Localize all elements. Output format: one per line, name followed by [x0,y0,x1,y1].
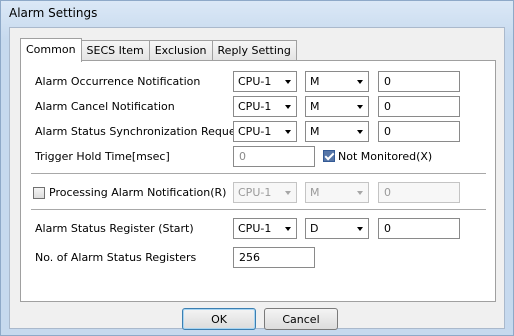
sync-cpu-select[interactable]: CPU-1 [233,121,297,142]
status-register-device-value: D [310,222,319,235]
cancel-device-value: M [310,100,320,113]
chevron-down-icon [357,130,363,134]
status-register-label: Alarm Status Register (Start) [35,222,194,235]
common-tab-panel: Alarm Occurrence Notification CPU-1 M 0 … [20,60,496,302]
chevron-down-icon [285,105,291,109]
cancel-cpu-value: CPU-1 [238,100,272,113]
processing-device-select[interactable]: M [305,182,369,203]
processing-address-input[interactable]: 0 [378,182,460,203]
cancel-notification-label: Alarm Cancel Notification [35,100,175,113]
chevron-down-icon [285,227,291,231]
tab-common[interactable]: Common [20,38,82,62]
window-title: Alarm Settings [9,6,98,20]
occurrence-cpu-select[interactable]: CPU-1 [233,71,297,92]
sync-cpu-value: CPU-1 [238,125,272,138]
sync-device-value: M [310,125,320,138]
chevron-down-icon [357,80,363,84]
occurrence-cpu-value: CPU-1 [238,75,272,88]
tab-bar: Common SECS Item Exclusion Reply Setting [20,38,297,62]
chevron-down-icon [357,105,363,109]
cancel-device-select[interactable]: M [305,96,369,117]
occurrence-notification-label: Alarm Occurrence Notification [35,75,201,88]
sync-request-label: Alarm Status Synchronization Request [35,125,246,138]
processing-notification-checkbox[interactable] [33,187,45,199]
cancel-button[interactable]: Cancel [264,308,338,330]
status-register-cpu-select[interactable]: CPU-1 [233,218,297,239]
not-monitored-label: Not Monitored(X) [338,150,433,163]
occurrence-device-value: M [310,75,320,88]
status-register-address-input[interactable]: 0 [378,218,460,239]
cancel-address-input[interactable]: 0 [378,96,460,117]
processing-cpu-value: CPU-1 [238,186,272,199]
not-monitored-checkbox[interactable] [323,150,335,162]
status-register-cpu-value: CPU-1 [238,222,272,235]
chevron-down-icon [285,191,291,195]
cancel-cpu-select[interactable]: CPU-1 [233,96,297,117]
chevron-down-icon [285,130,291,134]
sync-address-input[interactable]: 0 [378,121,460,142]
alarm-settings-window: Alarm Settings Common SECS Item Exclusio… [0,0,514,336]
num-registers-input[interactable]: 256 [233,247,315,268]
num-registers-label: No. of Alarm Status Registers [35,251,197,264]
occurrence-device-select[interactable]: M [305,71,369,92]
processing-cpu-select[interactable]: CPU-1 [233,182,297,203]
tab-reply-setting[interactable]: Reply Setting [211,40,297,61]
tab-exclusion[interactable]: Exclusion [148,40,213,61]
occurrence-address-input[interactable]: 0 [378,71,460,92]
trigger-hold-time-input[interactable]: 0 [233,146,315,167]
trigger-hold-time-label: Trigger Hold Time[msec] [35,150,170,163]
chevron-down-icon [285,80,291,84]
sync-device-select[interactable]: M [305,121,369,142]
chevron-down-icon [357,227,363,231]
separator [31,209,486,210]
status-register-device-select[interactable]: D [305,218,369,239]
dialog-body: Common SECS Item Exclusion Reply Setting… [9,27,505,330]
separator [31,173,486,174]
chevron-down-icon [357,191,363,195]
processing-device-value: M [310,186,320,199]
tab-secs-item[interactable]: SECS Item [80,40,150,61]
ok-button[interactable]: OK [182,308,256,330]
processing-notification-label: Processing Alarm Notification(R) [49,186,227,199]
